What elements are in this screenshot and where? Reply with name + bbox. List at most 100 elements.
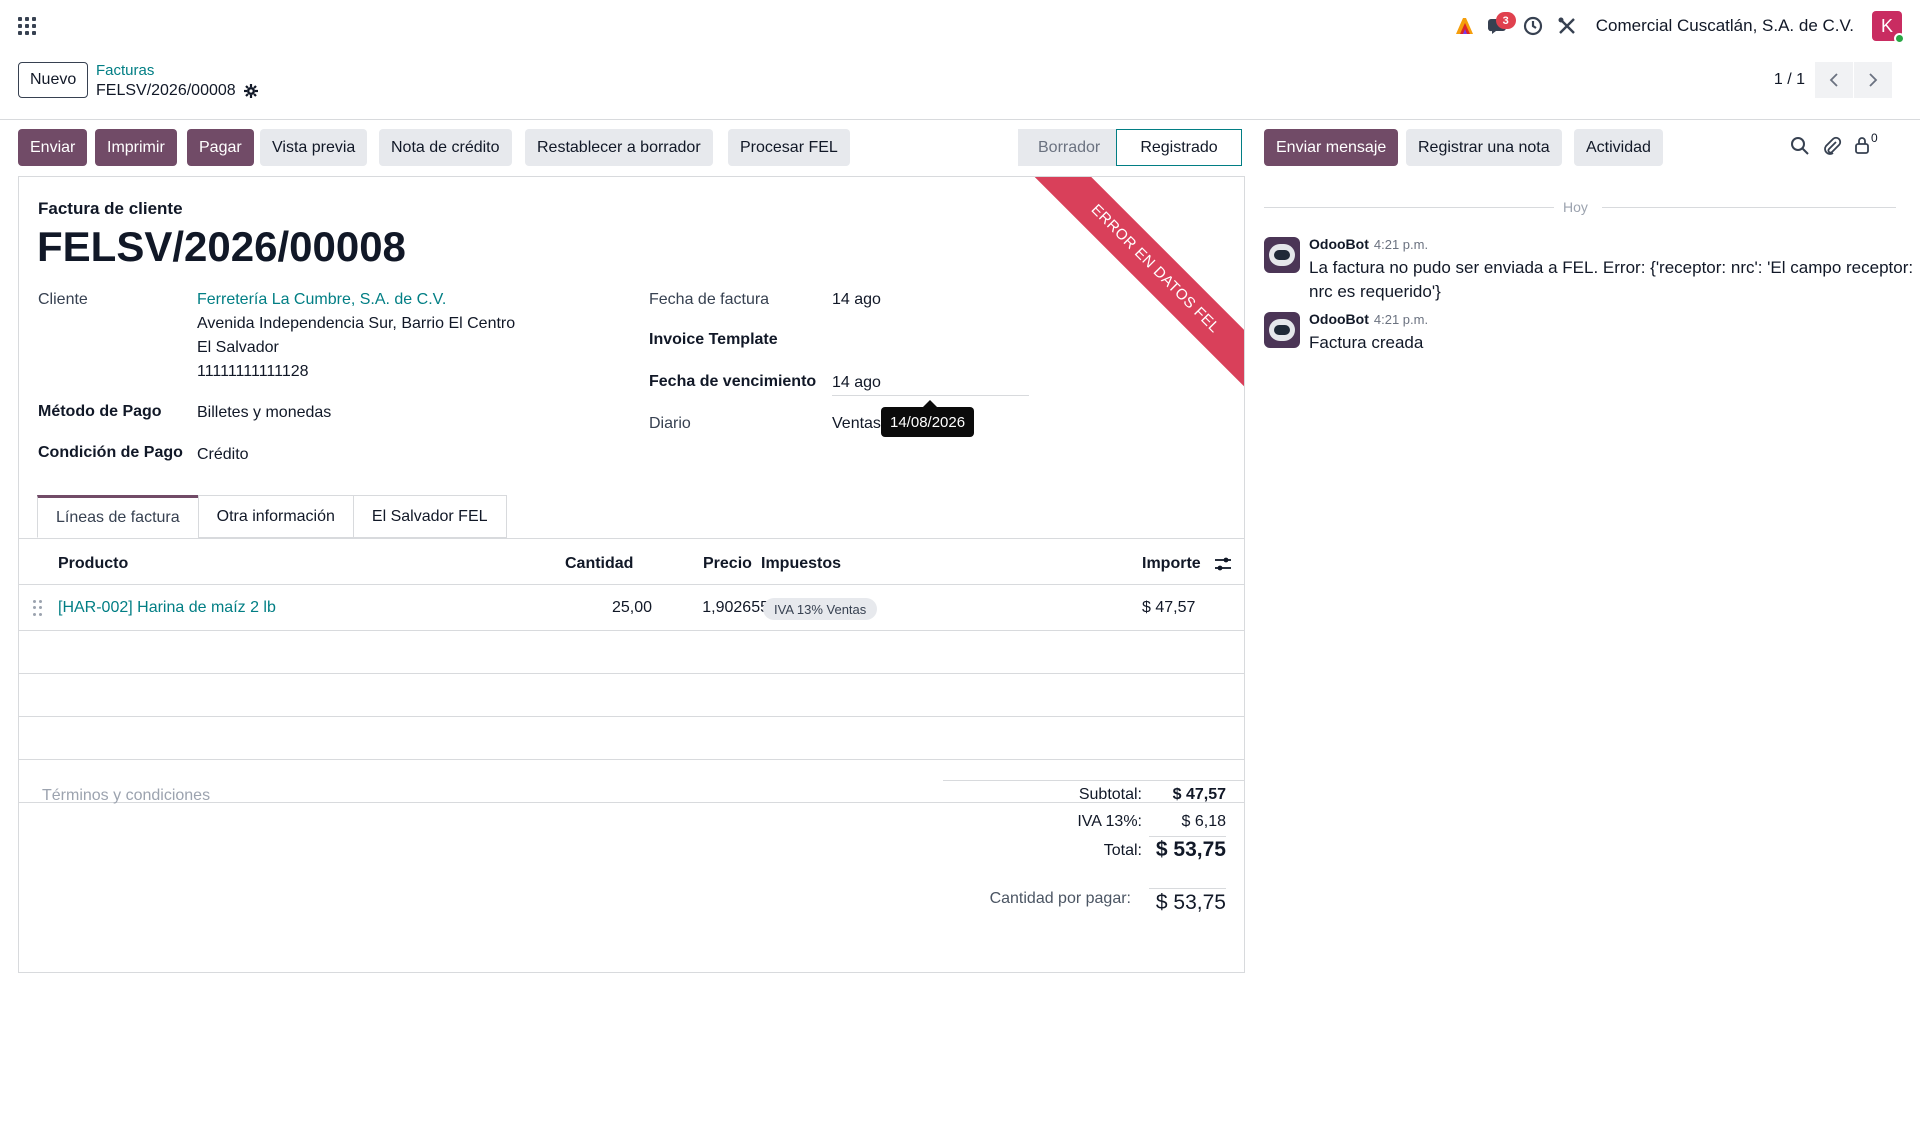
author-name: OdooBot <box>1309 236 1369 252</box>
print-button[interactable]: Imprimir <box>95 129 177 166</box>
payment-condition-field[interactable]: Crédito <box>197 446 249 464</box>
invoice-title: FELSV/2026/00008 <box>37 223 406 270</box>
due-date-field[interactable]: 14 ago <box>832 374 881 392</box>
lock-icon <box>1855 137 1869 154</box>
amount-due-divider <box>1149 888 1226 889</box>
activity-button[interactable]: Actividad <box>1574 129 1663 166</box>
table-row-divider <box>19 759 1244 760</box>
preview-button[interactable]: Vista previa <box>260 129 368 166</box>
process-fel-button[interactable]: Procesar FEL <box>728 129 850 166</box>
message-body: La factura no pudo ser enviada a FEL. Er… <box>1309 256 1913 304</box>
new-button[interactable]: Nuevo <box>18 62 89 98</box>
customer-address-line-1: Avenida Independencia Sur, Barrio El Cen… <box>197 315 516 332</box>
pager: 1 / 1 <box>1774 62 1892 98</box>
breadcrumb-current: FELSV/2026/00008 <box>96 82 258 100</box>
message-text-line: Factura creada <box>1309 333 1424 352</box>
record-name: FELSV/2026/00008 <box>96 82 236 99</box>
pager-value[interactable]: 1 / 1 <box>1774 71 1805 89</box>
column-price[interactable]: Precio <box>703 555 752 573</box>
separator-line-right <box>1602 207 1896 208</box>
line-product[interactable]: [HAR-002] Harina de maíz 2 lb <box>58 599 276 617</box>
tab-other-info[interactable]: Otra información <box>197 495 354 538</box>
control-panel: Nuevo Facturas FELSV/2026/00008 1 / 1 <box>0 52 1920 120</box>
messaging-icon[interactable]: 3 <box>1482 10 1516 42</box>
message-text-line: La factura no pudo ser enviada a FEL. Er… <box>1309 258 1914 277</box>
customer-label: Cliente <box>38 291 88 308</box>
chevron-left-icon <box>1829 73 1838 87</box>
customer-link[interactable]: Ferretería La Cumbre, S.A. de C.V. <box>197 291 446 309</box>
clock-icon[interactable] <box>1516 10 1550 42</box>
tab-invoice-lines[interactable]: Líneas de factura <box>37 495 199 538</box>
chevron-right-icon <box>1869 73 1878 87</box>
table-row-divider <box>19 716 1244 717</box>
line-tax-tag[interactable]: IVA 13% Ventas <box>763 598 878 620</box>
search-icon[interactable] <box>1790 136 1810 156</box>
followers-count: 0 <box>1871 131 1878 145</box>
line-amount: $ 47,57 <box>1142 599 1196 616</box>
pager-previous-button[interactable] <box>1815 62 1853 98</box>
tools-icon[interactable] <box>1550 10 1584 42</box>
column-taxes[interactable]: Impuestos <box>761 555 841 573</box>
table-row-divider <box>19 673 1244 674</box>
log-note-button[interactable]: Registrar una nota <box>1406 129 1562 166</box>
invoice-date-field[interactable]: 14 ago <box>832 291 881 309</box>
author-name: OdooBot <box>1309 311 1369 327</box>
iva-value: $ 6,18 <box>1181 813 1226 830</box>
ai-logo-icon[interactable] <box>1448 10 1482 42</box>
today-separator: Hoy <box>1264 199 1896 215</box>
column-quantity[interactable]: Cantidad <box>565 555 633 573</box>
tab-el-salvador-fel[interactable]: El Salvador FEL <box>352 495 507 538</box>
terms-conditions-field[interactable]: Términos y condiciones <box>42 787 210 805</box>
table-row-divider <box>19 630 1244 631</box>
payment-method-field[interactable]: Billetes y monedas <box>197 404 331 422</box>
message-author: OdooBot 4:21 p.m. <box>1309 311 1428 327</box>
payment-condition-label: Condición de Pago <box>38 444 183 461</box>
separator-line-left <box>1264 207 1554 208</box>
odoobot-avatar <box>1264 312 1300 348</box>
gear-icon[interactable] <box>243 84 258 98</box>
send-message-button[interactable]: Enviar mensaje <box>1264 129 1399 166</box>
message-body: Factura creada <box>1309 331 1423 355</box>
pager-next-button[interactable] <box>1854 62 1892 98</box>
drag-handle-icon[interactable] <box>33 600 43 616</box>
invoice-template-label: Invoice Template <box>649 331 778 348</box>
odoobot-avatar <box>1264 237 1300 273</box>
date-tooltip: 14/08/2026 <box>881 400 975 437</box>
customer-address-line-2: El Salvador <box>197 339 279 356</box>
status-draft[interactable]: Borrador <box>1018 129 1116 166</box>
user-initial: K <box>1880 15 1893 36</box>
column-product[interactable]: Producto <box>58 555 128 573</box>
column-amount[interactable]: Importe <box>1142 555 1201 573</box>
fel-error-ribbon: ERROR EN DATOS FEL <box>1031 177 1244 393</box>
header-divider <box>19 584 1244 585</box>
online-status-dot <box>1894 33 1905 44</box>
messages-badge: 3 <box>1495 12 1516 29</box>
amount-due-label: Cantidad por pagar: <box>989 890 1131 907</box>
user-avatar[interactable]: K <box>1872 11 1905 44</box>
document-type: Factura de cliente <box>38 199 183 218</box>
followers-button[interactable]: 0 <box>1854 131 1880 156</box>
line-quantity[interactable]: 25,00 <box>565 599 652 617</box>
message-text-line: nrc es requerido'} <box>1309 282 1441 301</box>
top-navbar: 3 Comercial Cuscatlán, S.A. de C.V. K <box>0 0 1920 52</box>
paperclip-icon[interactable] <box>1822 136 1842 156</box>
status-posted[interactable]: Registrado <box>1116 129 1242 166</box>
payment-method-label: Método de Pago <box>38 403 162 420</box>
line-price[interactable]: 1,902655 <box>659 599 769 617</box>
company-switcher[interactable]: Comercial Cuscatlán, S.A. de C.V. <box>1596 16 1854 36</box>
send-button[interactable]: Enviar <box>18 129 88 166</box>
credit-note-button[interactable]: Nota de crédito <box>379 129 512 166</box>
optional-columns-icon[interactable] <box>1214 556 1232 572</box>
today-label: Hoy <box>1563 199 1588 215</box>
due-date-label: Fecha de vencimiento <box>649 373 817 390</box>
message-time: 4:21 p.m. <box>1373 312 1429 327</box>
breadcrumb-facturas[interactable]: Facturas <box>96 62 154 79</box>
message-author: OdooBot 4:21 p.m. <box>1309 236 1428 252</box>
invoice-date-label: Fecha de factura <box>649 291 770 308</box>
pay-button[interactable]: Pagar <box>187 129 254 166</box>
journal-field[interactable]: Ventas <box>832 415 881 433</box>
robot-icon <box>1269 244 1295 266</box>
reset-to-draft-button[interactable]: Restablecer a borrador <box>525 129 713 166</box>
chatter-topbar-icons: 0 <box>1790 131 1880 156</box>
apps-menu-icon[interactable] <box>18 17 36 35</box>
